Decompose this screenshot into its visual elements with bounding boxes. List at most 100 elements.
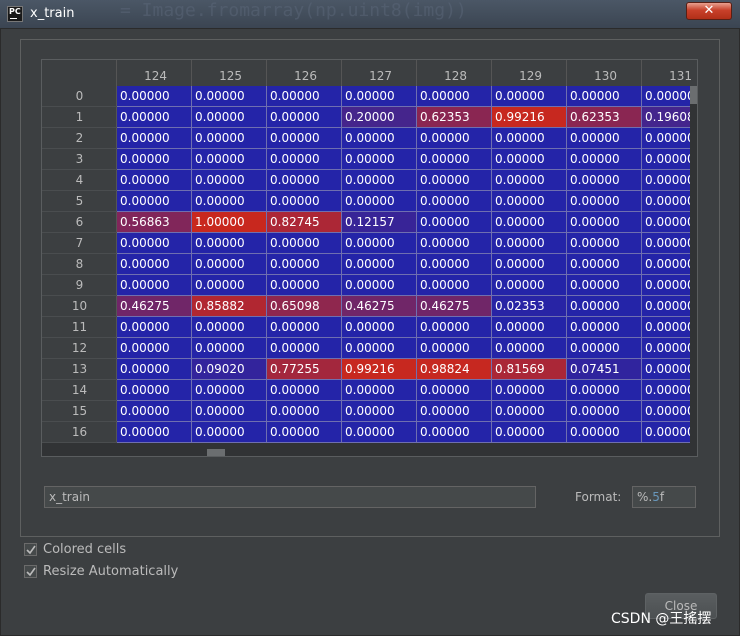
table-cell[interactable]: 0.00000 (342, 317, 417, 338)
table-cell[interactable]: 0.00000 (117, 317, 192, 338)
table-cell[interactable]: 0.00000 (492, 170, 567, 191)
table-cell[interactable]: 0.00000 (117, 149, 192, 170)
table-cell[interactable]: 0.00000 (492, 212, 567, 233)
table-cell[interactable]: 0.00000 (417, 254, 492, 275)
table-cell[interactable]: 1.00000 (192, 212, 267, 233)
table-cell[interactable]: 0.00000 (192, 254, 267, 275)
table-cell[interactable]: 0.81569 (492, 359, 567, 380)
column-header[interactable]: 124 (117, 60, 192, 86)
table-cell[interactable]: 0.46275 (417, 296, 492, 317)
table-cell[interactable]: 0.00000 (417, 191, 492, 212)
table-cell[interactable]: 0.00000 (342, 128, 417, 149)
table-cell[interactable]: 0.00000 (417, 170, 492, 191)
table-cell[interactable]: 0.00000 (117, 191, 192, 212)
row-header[interactable]: 0 (42, 86, 117, 107)
table-cell[interactable]: 0.62353 (567, 107, 642, 128)
table-cell[interactable]: 0.00000 (492, 317, 567, 338)
table-cell[interactable]: 0.00000 (492, 128, 567, 149)
column-header[interactable]: 125 (192, 60, 267, 86)
table-cell[interactable]: 0.00000 (417, 128, 492, 149)
row-header[interactable]: 4 (42, 170, 117, 191)
table-cell[interactable]: 0.00000 (567, 401, 642, 422)
table-cell[interactable]: 0.77255 (267, 359, 342, 380)
table-cell[interactable]: 0.00000 (567, 254, 642, 275)
table-cell[interactable]: 0.00000 (417, 275, 492, 296)
row-header[interactable]: 2 (42, 128, 117, 149)
table-cell[interactable]: 0.00000 (267, 275, 342, 296)
table-cell[interactable]: 0.00000 (192, 149, 267, 170)
table-cell[interactable]: 0.00000 (417, 86, 492, 107)
table-cell[interactable]: 0.56863 (117, 212, 192, 233)
colored-cells-checkbox[interactable] (24, 543, 37, 556)
horizontal-scrollbar[interactable] (42, 448, 697, 456)
table-cell[interactable]: 0.00000 (192, 380, 267, 401)
row-header[interactable]: 1 (42, 107, 117, 128)
table-cell[interactable]: 0.00000 (192, 128, 267, 149)
table-cell[interactable]: 0.00000 (117, 233, 192, 254)
table-cell[interactable]: 0.20000 (342, 107, 417, 128)
table-cell[interactable]: 0.00000 (567, 212, 642, 233)
table-cell[interactable]: 0.00000 (417, 149, 492, 170)
table-cell[interactable]: 0.00000 (117, 275, 192, 296)
table-cell[interactable]: 0.00000 (492, 149, 567, 170)
table-cell[interactable]: 0.00000 (567, 275, 642, 296)
table-cell[interactable]: 0.00000 (267, 338, 342, 359)
table-cell[interactable]: 0.00000 (567, 296, 642, 317)
table-cell[interactable]: 0.98824 (417, 359, 492, 380)
table-cell[interactable]: 0.62353 (417, 107, 492, 128)
title-bar[interactable]: PC x_train = Image.fromarray(np.uint8(im… (0, 0, 740, 29)
row-header[interactable]: 15 (42, 401, 117, 422)
table-cell[interactable]: 0.00000 (342, 401, 417, 422)
table-cell[interactable]: 0.00000 (567, 338, 642, 359)
table-cell[interactable]: 0.00000 (267, 380, 342, 401)
table-cell[interactable]: 0.00000 (492, 380, 567, 401)
table-cell[interactable]: 0.00000 (267, 128, 342, 149)
table-cell[interactable]: 0.00000 (492, 401, 567, 422)
table-cell[interactable]: 0.00000 (417, 422, 492, 443)
table-cell[interactable]: 0.00000 (342, 191, 417, 212)
table-cell[interactable]: 0.00000 (417, 317, 492, 338)
table-cell[interactable]: 0.00000 (117, 401, 192, 422)
row-header[interactable]: 6 (42, 212, 117, 233)
table-cell[interactable]: 0.00000 (567, 422, 642, 443)
table-cell[interactable]: 0.00000 (567, 128, 642, 149)
table-cell[interactable]: 0.00000 (342, 422, 417, 443)
table-cell[interactable]: 0.00000 (117, 359, 192, 380)
table-cell[interactable]: 0.00000 (342, 338, 417, 359)
table-cell[interactable]: 0.00000 (267, 422, 342, 443)
table-cell[interactable]: 0.00000 (267, 191, 342, 212)
vertical-scroll-thumb[interactable] (690, 86, 697, 104)
row-header[interactable]: 5 (42, 191, 117, 212)
table-cell[interactable]: 0.00000 (567, 170, 642, 191)
table-cell[interactable]: 0.00000 (567, 317, 642, 338)
table-cell[interactable]: 0.00000 (192, 107, 267, 128)
table-cell[interactable]: 0.00000 (342, 254, 417, 275)
table-cell[interactable]: 0.00000 (567, 233, 642, 254)
table-cell[interactable]: 0.00000 (192, 191, 267, 212)
horizontal-scroll-thumb[interactable] (207, 449, 225, 456)
table-cell[interactable]: 0.00000 (117, 254, 192, 275)
table-cell[interactable]: 0.00000 (342, 233, 417, 254)
table-cell[interactable]: 0.00000 (117, 128, 192, 149)
column-header[interactable]: 128 (417, 60, 492, 86)
data-table[interactable]: 124 125 126 127 128 129 130 131 0 1 2 3 4 5 6 7 8 9 10 11 1… (41, 59, 698, 457)
table-cell[interactable]: 0.00000 (267, 401, 342, 422)
table-cell[interactable]: 0.00000 (192, 422, 267, 443)
column-header[interactable]: 127 (342, 60, 417, 86)
row-header[interactable]: 3 (42, 149, 117, 170)
table-cell[interactable]: 0.00000 (267, 233, 342, 254)
table-cell[interactable]: 0.00000 (192, 233, 267, 254)
table-cell[interactable]: 0.00000 (492, 338, 567, 359)
table-cell[interactable]: 0.82745 (267, 212, 342, 233)
table-cell[interactable]: 0.85882 (192, 296, 267, 317)
table-cell[interactable]: 0.07451 (567, 359, 642, 380)
row-header[interactable]: 13 (42, 359, 117, 380)
row-header[interactable]: 10 (42, 296, 117, 317)
table-cell[interactable]: 0.00000 (192, 275, 267, 296)
table-cell[interactable]: 0.09020 (192, 359, 267, 380)
table-cell[interactable]: 0.00000 (192, 338, 267, 359)
table-cell[interactable]: 0.00000 (492, 254, 567, 275)
vertical-scrollbar[interactable] (690, 86, 697, 448)
table-cell[interactable]: 0.00000 (267, 254, 342, 275)
resize-automatically-option[interactable]: Resize Automatically (24, 564, 178, 580)
